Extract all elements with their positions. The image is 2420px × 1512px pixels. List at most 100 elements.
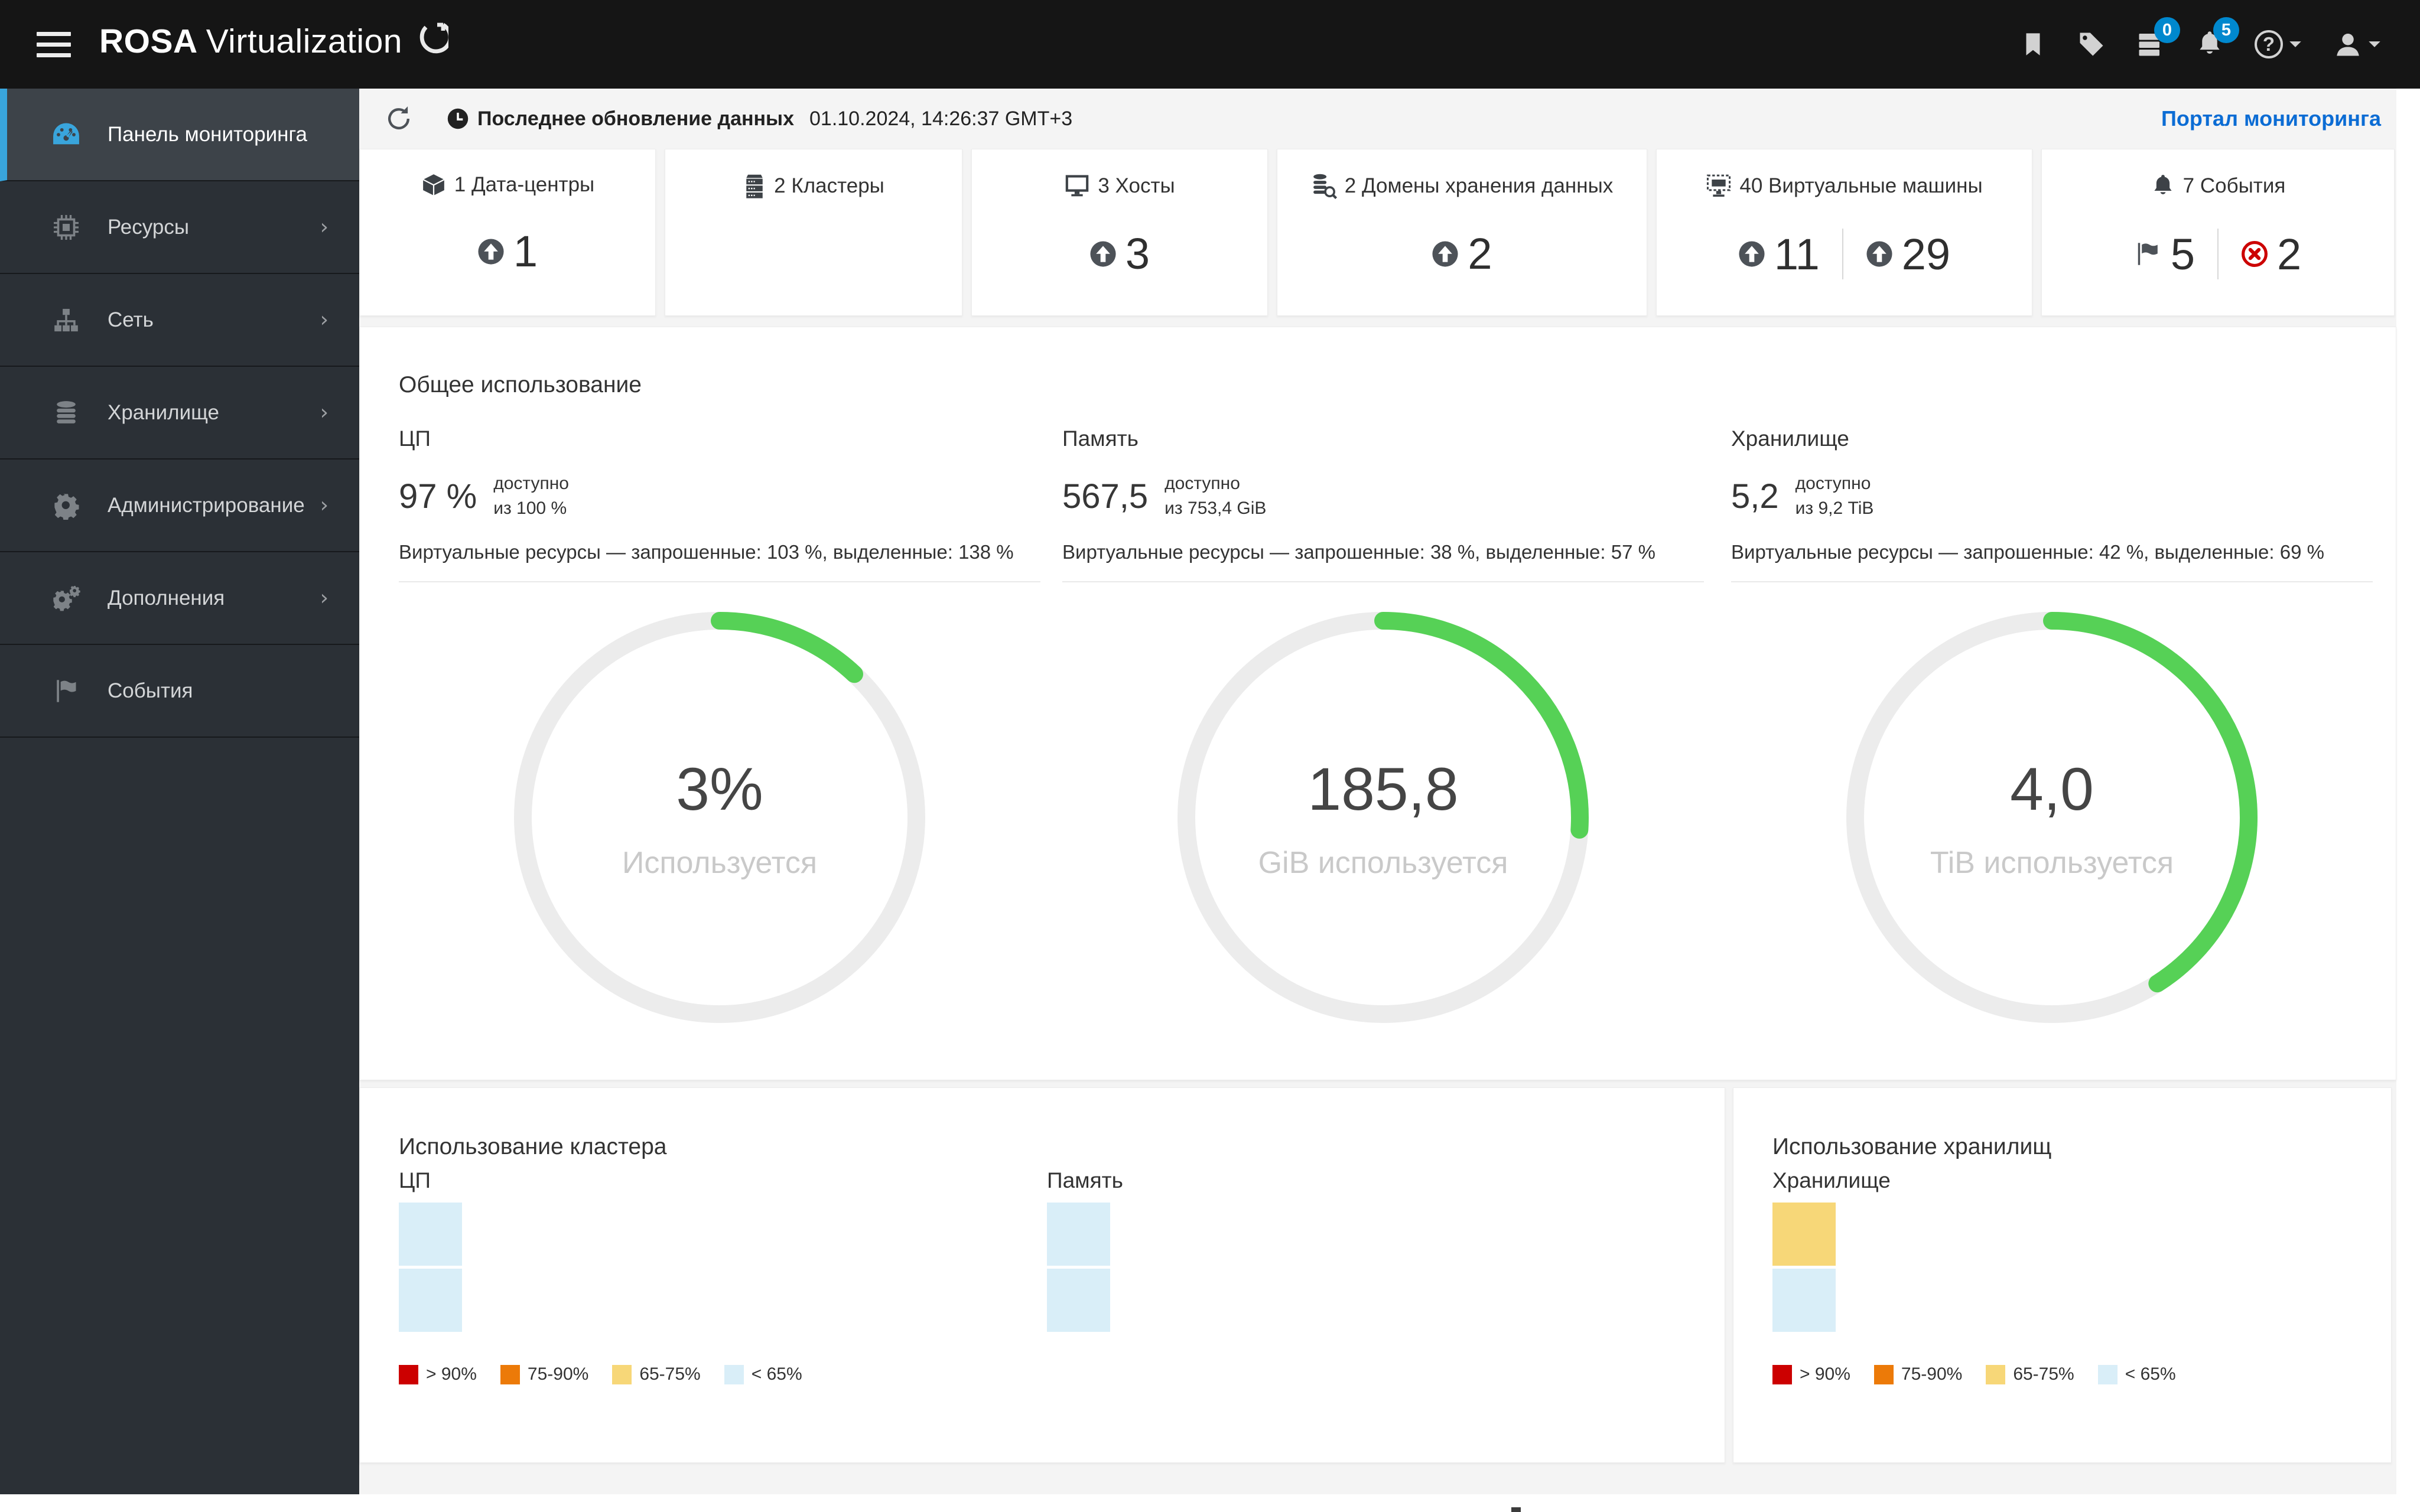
refresh-icon[interactable] [385,105,412,132]
bookmark-icon [2026,33,2040,56]
cpu-utilization-column: ЦП 97 % доступно из 100 % Виртуальные ре… [399,426,1040,1024]
legend-label: > 90% [1800,1364,1850,1384]
brand-bold: ROSA [99,22,198,60]
chevron-down-icon [2369,41,2380,47]
monitoring-portal-link[interactable]: Портал мониторинга [2161,106,2381,131]
memory-utilization-column: Память 567,5 доступно из 753,4 GiB Вирту… [1062,426,1704,1024]
help-menu-button[interactable]: ? [2255,30,2303,58]
legend-swatch [1772,1364,1792,1384]
sidebar-item-addons[interactable]: Дополнения › [0,552,359,645]
card-clusters[interactable]: 2 Кластеры [665,149,962,316]
card-virtual-machines[interactable]: 40 Виртуальные машины 11 29 [1656,149,2032,316]
cluster-icon [743,173,766,199]
card-events[interactable]: 7 События 5 2 [2041,149,2395,316]
card-title: 2 Кластеры [774,174,884,197]
donut-caption: Используется [622,845,817,880]
sidebar-item-network[interactable]: Сеть › [0,274,359,367]
available-label: доступно [493,474,569,493]
cpu-donut-gauge[interactable]: 3% Используется [513,611,926,1024]
page-bottom-strip [0,1494,2420,1512]
chevron-right-icon: › [320,493,328,517]
storage-donut-gauge[interactable]: 4,0 TiB используется [1845,611,2259,1024]
donut-caption: TiB используется [1930,845,2174,880]
tags-button[interactable] [2077,30,2106,58]
legend-swatch [1873,1364,1894,1384]
heatmap-cell[interactable] [399,1203,462,1266]
count-value: 3 [1125,229,1150,278]
sidebar-item-label: Администрирование [108,493,305,517]
cpu-icon [51,213,82,242]
donut-value: 3% [676,755,763,823]
card-title: 2 Домены хранения данных [1344,174,1614,197]
menu-toggle-icon[interactable] [37,25,71,64]
legend-label: 75-90% [1901,1364,1963,1384]
chevron-right-icon: › [320,215,328,239]
count-value: 2 [1468,229,1492,278]
help-icon: ? [2255,30,2283,58]
card-storage-domains[interactable]: 2 Домены хранения данных 2 [1277,149,1647,316]
cluster-utilization-card: Использование кластера ЦП Память > 90% 7… [359,1087,1725,1463]
count-value: 1 [513,227,538,276]
bookmarks-button[interactable] [2019,31,2047,58]
donut-value: 4,0 [2010,755,2094,823]
count-divider [2217,229,2219,279]
count-divider [1842,229,1843,279]
virtual-resources-line: Виртуальные ресурсы — запрошенные: 38 %,… [1062,541,1655,563]
heatmap-cell[interactable] [1047,1269,1110,1332]
refresh-bar: Последнее обновление данных 01.10.2024, … [359,89,2396,149]
card-data-centers[interactable]: 1 Дата-центры 1 [359,149,656,316]
donut-caption: GiB используется [1258,845,1508,880]
column-label: ЦП [399,426,431,451]
heatmap-group-label: ЦП [399,1168,431,1192]
card-title: Использование кластера [399,1134,667,1159]
brand-rest: Virtualization [206,22,402,60]
legend-swatch [724,1364,744,1384]
card-title: 3 Хосты [1098,174,1175,197]
count-value: 29 [1901,229,1951,279]
available-label: доступно [1795,474,1871,493]
tasks-badge: 0 [2154,17,2180,43]
chevron-down-icon [2289,41,2301,47]
arrow-up-circle-icon [478,238,504,265]
last-update-value: 01.10.2024, 14:26:37 GMT+3 [809,107,1073,130]
legend-label: 65-75% [639,1364,701,1384]
sidebar-item-label: События [108,679,193,702]
legend-swatch [399,1364,418,1384]
available-of: из 753,4 GiB [1165,498,1267,518]
arrow-up-circle-icon [1432,240,1458,267]
heatmap-cell[interactable] [1772,1269,1836,1332]
arrow-up-circle-icon [1090,240,1116,267]
sidebar-item-storage[interactable]: Хранилище › [0,367,359,460]
last-update-label: Последнее обновление данных [477,107,794,130]
utilization-legend: > 90% 75-90% 65-75% < 65% [1772,1364,2176,1384]
legend-label: 75-90% [527,1364,589,1384]
count-value: 2 [2277,229,2302,279]
dashboard-gauge-icon [51,121,82,148]
sidebar-item-compute[interactable]: Ресурсы › [0,181,359,274]
memory-donut-gauge[interactable]: 185,8 GiB используется [1176,611,1590,1024]
notifications-badge: 5 [2213,17,2239,43]
tag-icon [2080,32,2103,56]
user-menu-button[interactable] [2334,30,2382,58]
brand-logo-icon [415,22,453,67]
sidebar-item-label: Ресурсы [108,215,190,239]
available-value: 567,5 [1062,477,1149,516]
sidebar-item-label: Дополнения [108,586,225,610]
app-header: ROSA Virtualization 0 5 ? [0,0,2420,89]
heatmap-cell[interactable] [1772,1203,1836,1266]
available-label: доступно [1165,474,1240,493]
card-hosts[interactable]: 3 Хосты 3 [971,149,1268,316]
sidebar-item-dashboard[interactable]: Панель мониторинга [0,89,359,181]
tasks-button[interactable]: 0 [2136,17,2180,58]
sidebar-item-events[interactable]: События [0,645,359,738]
card-title: 7 События [2182,174,2286,197]
sidebar-item-administration[interactable]: Администрирование › [0,460,359,552]
heatmap-group-label: Хранилище [1772,1168,1891,1192]
available-of: из 100 % [493,498,567,518]
chevron-right-icon: › [320,400,328,425]
sidebar-item-label: Сеть [108,308,154,331]
heatmap-cell[interactable] [399,1269,462,1332]
heatmap-cell[interactable] [1047,1203,1110,1266]
notifications-button[interactable]: 5 [2195,17,2239,58]
legend-swatch [2097,1364,2118,1384]
